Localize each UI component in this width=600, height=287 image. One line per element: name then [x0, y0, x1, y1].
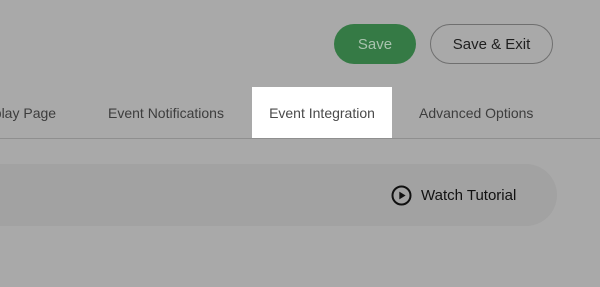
save-button[interactable]: Save	[334, 24, 416, 64]
page: Save Save & Exit eplay Page Event Notifi…	[0, 0, 600, 287]
tab-event-notifications[interactable]: Event Notifications	[108, 87, 224, 138]
play-circle-icon	[391, 185, 412, 206]
tab-replay-page[interactable]: eplay Page	[0, 87, 56, 138]
tab-event-integration[interactable]: Event Integration	[252, 87, 392, 138]
watch-tutorial-button[interactable]: Watch Tutorial	[391, 182, 516, 208]
save-exit-button[interactable]: Save & Exit	[430, 24, 553, 64]
tab-bar: eplay Page Event Notifications Event Int…	[0, 87, 600, 139]
tab-advanced-options[interactable]: Advanced Options	[419, 87, 533, 138]
watch-tutorial-label: Watch Tutorial	[421, 186, 517, 204]
